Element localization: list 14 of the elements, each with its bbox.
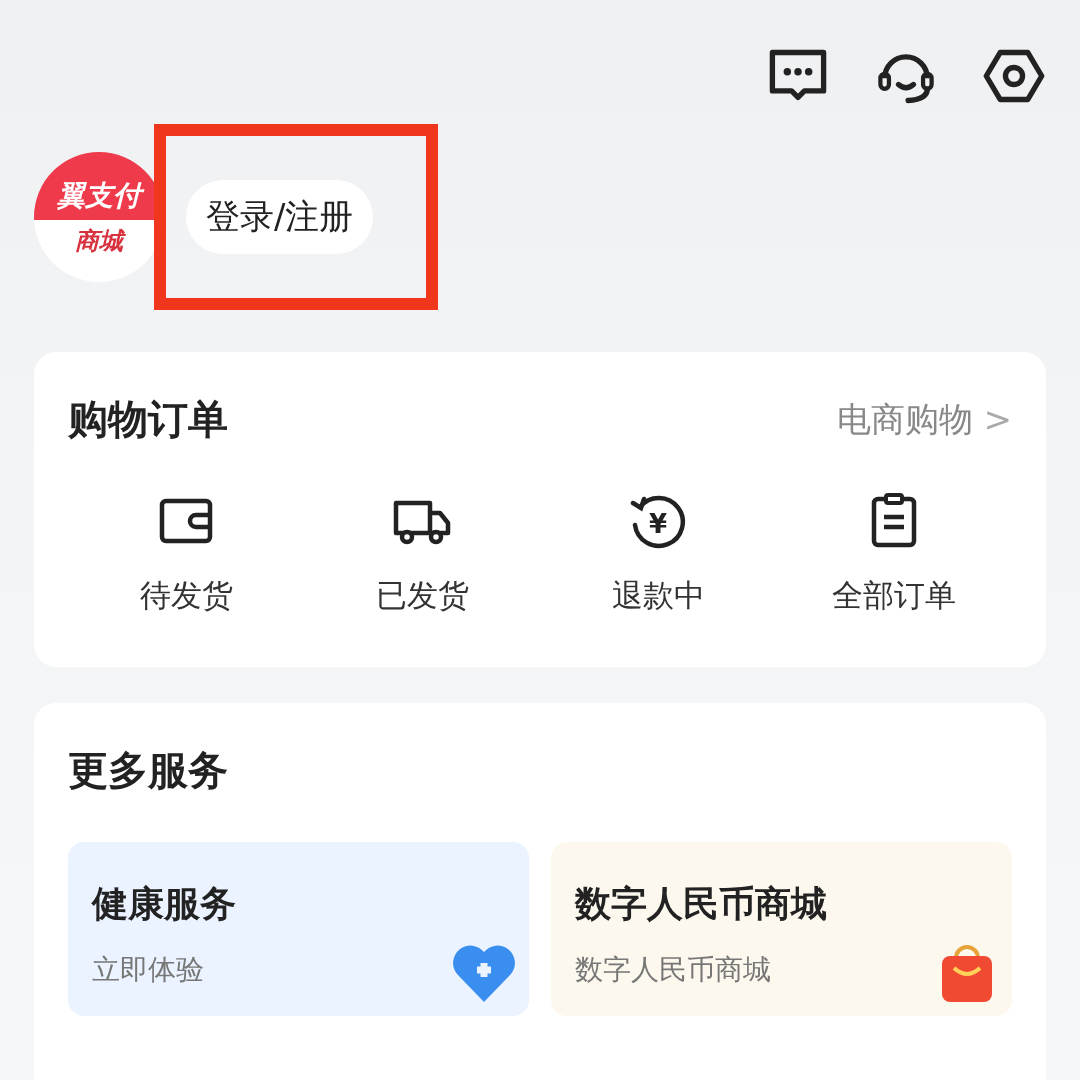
service-card[interactable]: 健康服务 立即体验 [68,842,529,1016]
order-status-label[interactable]: 已发货 [375,575,469,617]
service-card[interactable]: 数字人民币商城 数字人民币商城 [551,842,1012,1016]
order-status-label[interactable]: 退款中 [611,575,705,617]
section-title: 更多服务 [68,747,228,793]
service-subtitle: 立即体验 [92,952,205,988]
login-button[interactable]: 登录/注册 [186,180,374,254]
shopping-link[interactable]: 电商购物 > [836,396,1012,443]
section-title: 购物订单 [68,395,228,444]
order-status-label[interactable]: 全部订单 [832,575,956,617]
service-subtitle: 数字人民币商城 [575,952,772,988]
service-title: 健康服务 [92,882,237,926]
order-status-label[interactable]: 待发货 [139,575,233,617]
service-title: 数字人民币商城 [575,882,828,926]
